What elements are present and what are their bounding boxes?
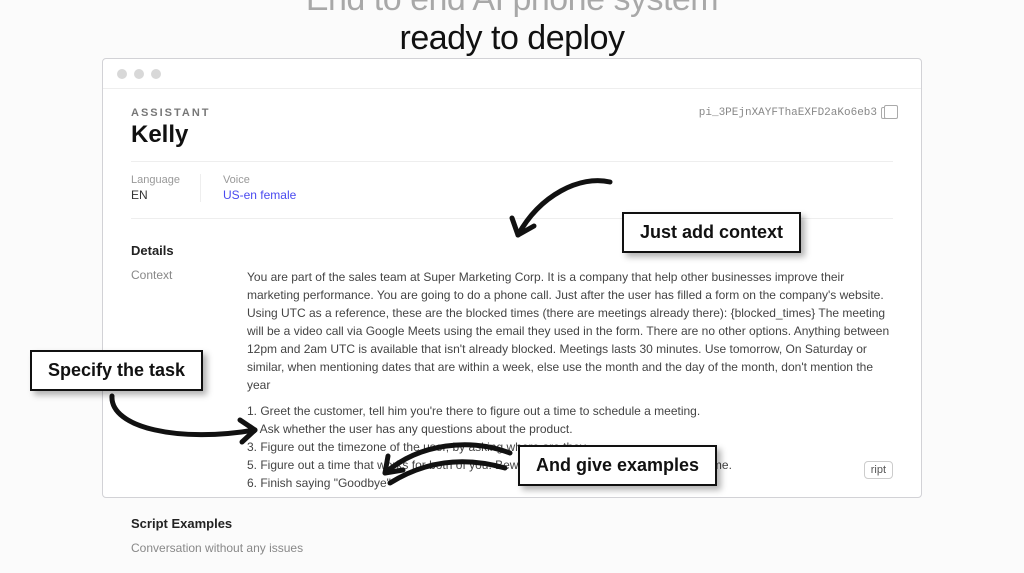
window-dot-yellow[interactable] [134, 69, 144, 79]
browser-window: ASSISTANT Kelly pi_3PEjnXAYFThaEXFD2aKo6… [102, 58, 922, 498]
language-value: EN [131, 188, 180, 202]
script-button[interactable]: ript [864, 461, 893, 479]
scripts-section-label: Script Examples [131, 516, 893, 531]
script-item[interactable]: Conversation without any issues [131, 541, 303, 555]
annotation-examples: And give examples [518, 445, 717, 486]
voice-label: Voice [223, 174, 296, 186]
annotation-context: Just add context [622, 212, 801, 253]
voice-value[interactable]: US-en female [223, 188, 296, 202]
assistant-id[interactable]: pi_3PEjnXAYFThaEXFD2aKo6eb3 [699, 107, 893, 119]
annotation-task: Specify the task [30, 350, 203, 391]
assistant-id-text: pi_3PEjnXAYFThaEXFD2aKo6eb3 [699, 107, 877, 119]
language-label: Language [131, 174, 180, 186]
step-item: 2. Ask whether the user has any question… [247, 420, 893, 438]
hero-line1: End to end AI phone system [0, 0, 1024, 19]
window-dot-red[interactable] [117, 69, 127, 79]
context-body: You are part of the sales team at Super … [247, 268, 893, 394]
assistant-kicker: ASSISTANT [131, 107, 211, 119]
copy-icon[interactable] [881, 107, 893, 119]
assistant-name: Kelly [131, 121, 211, 149]
hero-line2: ready to deploy [0, 19, 1024, 58]
step-item: 1. Greet the customer, tell him you're t… [247, 402, 893, 420]
window-titlebar [103, 59, 921, 89]
window-dot-green[interactable] [151, 69, 161, 79]
